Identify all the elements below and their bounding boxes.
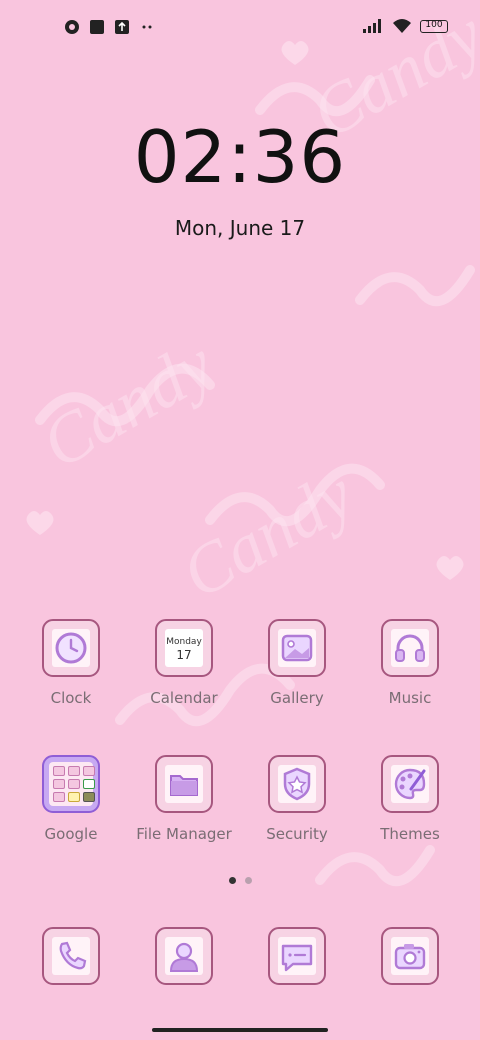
calendar-tile[interactable]: Monday 17	[155, 619, 213, 677]
google-folder-icon	[49, 762, 95, 806]
signal-icon	[363, 19, 381, 33]
page-indicator[interactable]	[0, 877, 480, 884]
security-tile[interactable]	[268, 755, 326, 813]
app-file-manager[interactable]: File Manager	[128, 755, 240, 843]
more-dots-icon	[142, 25, 152, 29]
camera-icon	[394, 944, 426, 970]
shield-icon	[283, 767, 311, 801]
wifi-icon	[393, 19, 411, 33]
lockscreen-date[interactable]: Mon, June 17	[0, 216, 480, 240]
app-clock[interactable]: Clock	[15, 619, 127, 707]
contacts-tile[interactable]	[155, 927, 213, 985]
gallery-tile[interactable]	[268, 619, 326, 677]
app-security[interactable]: Security	[241, 755, 353, 843]
dock-phone[interactable]	[15, 927, 127, 985]
palette-icon	[394, 768, 426, 800]
square-notification-icon	[90, 20, 104, 34]
phone-tile[interactable]	[42, 927, 100, 985]
app-gallery[interactable]: Gallery	[241, 619, 353, 707]
calendar-day: Monday	[166, 637, 202, 647]
app-label: Clock	[50, 689, 92, 707]
app-label: File Manager	[136, 825, 232, 843]
calendar-date: 17	[176, 648, 192, 662]
wallpaper-text: Candy	[30, 325, 228, 484]
messages-tile[interactable]	[268, 927, 326, 985]
camera-tile[interactable]	[381, 927, 439, 985]
clock-tile[interactable]	[42, 619, 100, 677]
gallery-icon	[281, 634, 313, 662]
phone-icon	[59, 941, 87, 970]
contacts-icon	[169, 942, 199, 972]
google-folder-tile[interactable]	[42, 755, 100, 813]
dock-messages[interactable]	[241, 927, 353, 985]
app-music[interactable]: Music	[354, 619, 466, 707]
app-label: Security	[266, 825, 328, 843]
file-manager-tile[interactable]	[155, 755, 213, 813]
page-dot-active[interactable]	[228, 877, 236, 884]
app-google-folder[interactable]: Google	[15, 755, 127, 843]
app-label: Music	[388, 689, 432, 707]
app-label: Themes	[380, 825, 440, 843]
app-label: Gallery	[270, 689, 324, 707]
notification-app-icon	[65, 20, 79, 34]
battery-icon: 100	[420, 19, 448, 33]
messages-icon	[281, 944, 313, 972]
app-themes[interactable]: Themes	[354, 755, 466, 843]
music-tile[interactable]	[381, 619, 439, 677]
page-dot[interactable]	[244, 877, 252, 884]
clock-icon	[55, 632, 87, 664]
app-calendar[interactable]: Monday 17 Calendar	[128, 619, 240, 707]
upload-icon	[115, 20, 129, 34]
status-bar: 100	[0, 0, 480, 56]
themes-tile[interactable]	[381, 755, 439, 813]
dock-camera[interactable]	[354, 927, 466, 985]
headphones-icon	[395, 634, 425, 662]
calendar-icon: Monday 17	[165, 629, 203, 667]
battery-level: 100	[425, 19, 443, 30]
dock-contacts[interactable]	[128, 927, 240, 985]
gesture-bar[interactable]	[152, 1028, 328, 1032]
folder-icon	[170, 775, 198, 796]
wallpaper-text: Candy	[170, 455, 368, 614]
lockscreen-time[interactable]: 02:36	[0, 112, 480, 202]
app-label: Calendar	[150, 689, 218, 707]
app-label: Google	[44, 825, 98, 843]
